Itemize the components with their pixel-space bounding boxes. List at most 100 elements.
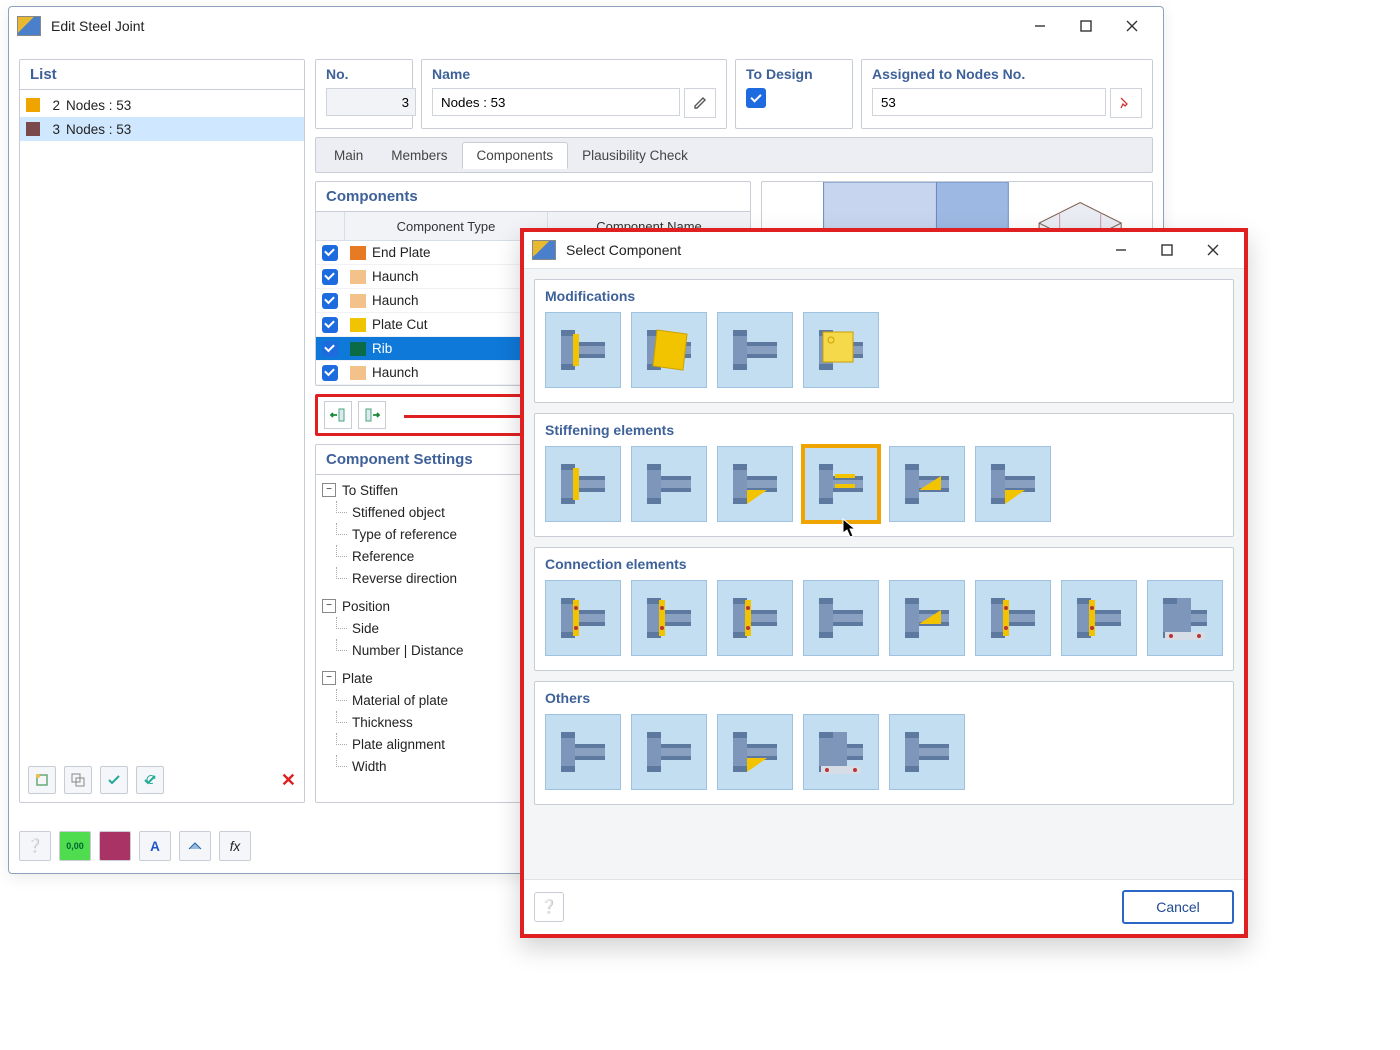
cancel-button[interactable]: Cancel — [1122, 890, 1234, 924]
fields-row: No. Name To Design — [315, 59, 1153, 129]
component-thumb[interactable] — [545, 312, 621, 388]
row-checkbox[interactable] — [322, 245, 338, 261]
color-swatch — [350, 246, 366, 260]
dialog-minimize-button[interactable] — [1098, 235, 1144, 265]
section-connection: Connection elements — [534, 547, 1234, 671]
component-thumb[interactable] — [717, 714, 793, 790]
row-checkbox[interactable] — [322, 341, 338, 357]
color-swatch — [350, 270, 366, 284]
collapse-icon[interactable]: − — [322, 483, 336, 497]
component-thumb[interactable] — [717, 446, 793, 522]
row-checkbox[interactable] — [322, 269, 338, 285]
function-button[interactable]: fх — [219, 831, 251, 861]
field-to-design: To Design — [735, 59, 853, 129]
row-checkbox[interactable] — [322, 317, 338, 333]
component-thumb[interactable] — [889, 714, 965, 790]
check-all-button[interactable] — [100, 766, 128, 794]
insert-component-after-button[interactable] — [358, 401, 386, 429]
component-thumb[interactable] — [889, 446, 965, 522]
tab-main[interactable]: Main — [320, 143, 377, 168]
pick-nodes-button[interactable] — [1110, 88, 1142, 118]
components-title: Components — [316, 182, 750, 212]
edit-name-button[interactable] — [684, 88, 716, 118]
collapse-icon[interactable]: − — [322, 599, 336, 613]
app-icon — [17, 16, 41, 36]
bottom-toolbar: ❔ 0,00 A fх — [19, 831, 251, 861]
select-component-dialog: Select Component Modifications — [520, 228, 1248, 938]
dialog-close-button[interactable] — [1190, 235, 1236, 265]
list-rows: 2 Nodes : 53 3 Nodes : 53 — [20, 90, 304, 758]
dialog-maximize-button[interactable] — [1144, 235, 1190, 265]
tab-members[interactable]: Members — [377, 143, 461, 168]
section-header: Others — [545, 690, 1223, 706]
component-thumb[interactable] — [975, 446, 1051, 522]
check-refresh-button[interactable] — [136, 766, 164, 794]
component-thumb[interactable] — [889, 580, 965, 656]
component-thumb[interactable] — [717, 580, 793, 656]
dialog-titlebar: Select Component — [524, 232, 1244, 269]
component-thumb[interactable] — [631, 446, 707, 522]
section-header: Stiffening elements — [545, 422, 1223, 438]
tabs: MainMembersComponentsPlausibility Check — [315, 137, 1153, 173]
section-stiffening: Stiffening elements — [534, 413, 1234, 537]
field-no: No. — [315, 59, 413, 129]
list-panel: List 2 Nodes : 53 3 Nodes : 53 ✕ — [19, 59, 305, 803]
row-checkbox[interactable] — [322, 293, 338, 309]
tab-components[interactable]: Components — [462, 142, 569, 169]
units-button[interactable]: 0,00 — [59, 831, 91, 861]
collapse-icon[interactable]: − — [322, 671, 336, 685]
help-button[interactable]: ❔ — [19, 831, 51, 861]
close-button[interactable] — [1109, 11, 1155, 41]
color-swatch — [350, 366, 366, 380]
component-thumb[interactable] — [545, 714, 621, 790]
component-thumb[interactable] — [803, 446, 879, 522]
view-button[interactable] — [179, 831, 211, 861]
color-swatch — [26, 122, 40, 136]
name-input[interactable] — [432, 88, 680, 116]
component-thumb[interactable] — [545, 580, 621, 656]
nodes-input[interactable] — [872, 88, 1106, 116]
row-checkbox[interactable] — [322, 365, 338, 381]
font-button[interactable]: A — [139, 831, 171, 861]
component-thumb[interactable] — [1061, 580, 1137, 656]
component-thumb[interactable] — [975, 580, 1051, 656]
component-thumb[interactable] — [1147, 580, 1223, 656]
component-thumb[interactable] — [717, 312, 793, 388]
mouse-cursor-icon — [842, 518, 858, 540]
window-title: Edit Steel Joint — [51, 18, 1017, 34]
dialog-title: Select Component — [566, 242, 1098, 258]
component-thumb[interactable] — [545, 446, 621, 522]
color-swatch — [350, 294, 366, 308]
section-header: Connection elements — [545, 556, 1223, 572]
component-thumb[interactable] — [631, 714, 707, 790]
list-row[interactable]: 2 Nodes : 53 — [20, 93, 304, 117]
field-name: Name — [421, 59, 727, 129]
component-thumb[interactable] — [631, 580, 707, 656]
list-title: List — [20, 60, 304, 90]
component-thumb[interactable] — [631, 312, 707, 388]
color-button[interactable] — [99, 831, 131, 861]
component-thumb[interactable] — [803, 312, 879, 388]
component-thumb[interactable] — [803, 580, 879, 656]
maximize-button[interactable] — [1063, 11, 1109, 41]
copy-item-button[interactable] — [64, 766, 92, 794]
list-row[interactable]: 3 Nodes : 53 — [20, 117, 304, 141]
titlebar: Edit Steel Joint — [9, 7, 1163, 45]
color-swatch — [350, 342, 366, 356]
to-design-checkbox[interactable] — [746, 88, 766, 108]
tab-plausibility-check[interactable]: Plausibility Check — [568, 143, 702, 168]
field-assigned-nodes: Assigned to Nodes No. — [861, 59, 1153, 129]
section-modifications: Modifications — [534, 279, 1234, 403]
component-thumb[interactable] — [803, 714, 879, 790]
insert-component-before-button[interactable] — [324, 401, 352, 429]
delete-item-button[interactable]: ✕ — [281, 770, 296, 791]
section-header: Modifications — [545, 288, 1223, 304]
minimize-button[interactable] — [1017, 11, 1063, 41]
new-item-button[interactable] — [28, 766, 56, 794]
app-icon — [532, 240, 556, 260]
section-others: Others — [534, 681, 1234, 805]
no-input[interactable] — [326, 88, 416, 116]
list-toolbar: ✕ — [20, 758, 304, 802]
dialog-help-button[interactable]: ❔ — [534, 892, 564, 922]
color-swatch — [26, 98, 40, 112]
